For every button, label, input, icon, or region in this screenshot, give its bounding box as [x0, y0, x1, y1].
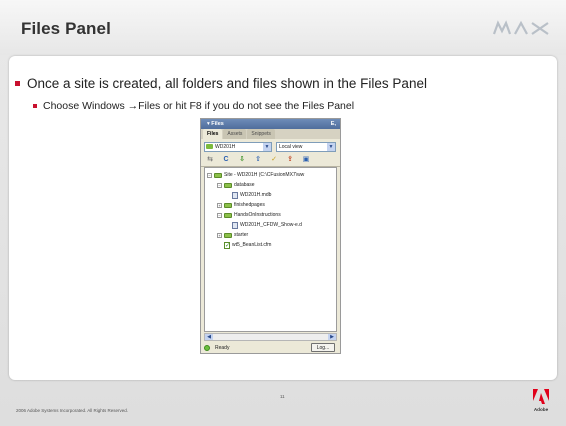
tree-row[interactable]: + starter — [217, 231, 248, 239]
view-select-value: Local view — [279, 144, 303, 150]
sub-bullet-item: Choose Windows →Files or hit F8 if you d… — [33, 100, 355, 112]
slide-header: Files Panel — [0, 0, 566, 55]
collapse-icon[interactable]: − — [217, 182, 222, 188]
tab-files[interactable]: Files — [203, 129, 223, 139]
chevron-down-icon[interactable]: ▼ — [263, 143, 271, 151]
tab-snippets[interactable]: Snippets — [247, 129, 275, 139]
status-icon — [204, 345, 210, 351]
connect-icon[interactable]: ⇆ — [205, 155, 215, 165]
status-bar: Ready Log... — [204, 343, 337, 353]
panel-options-icon[interactable]: E, — [331, 119, 336, 129]
tree-row[interactable]: ✓ wt5_BeanList.cfm — [224, 241, 271, 249]
sub-bullet-marker — [33, 104, 37, 108]
tree-row[interactable]: − Site - WD201H (C:\CFusionMX7\ww — [207, 171, 304, 179]
file-tree: − Site - WD201H (C:\CFusionMX7\ww − data… — [204, 167, 337, 332]
files-panel-titlebar[interactable]: ▾ Files E, — [201, 119, 340, 129]
tree-label: Site - WD201H (C:\CFusionMX7\ww — [224, 172, 305, 178]
tab-assets[interactable]: Assets — [223, 129, 247, 139]
max-logo — [492, 20, 549, 35]
document-file-icon — [232, 221, 238, 229]
collapse-icon[interactable]: − — [217, 212, 222, 218]
site-folder-icon — [214, 172, 222, 178]
horizontal-scrollbar[interactable]: ◀ ▶ — [204, 333, 337, 341]
tree-row[interactable]: WD201H.mdb — [232, 191, 271, 199]
adobe-logo: Adobe — [533, 389, 549, 412]
status-text: Ready — [215, 345, 230, 351]
tree-label: WD201H_CFDW_Show-e.d — [240, 222, 302, 228]
refresh-icon[interactable]: C — [221, 155, 231, 165]
site-icon — [206, 144, 213, 149]
log-button[interactable]: Log... — [311, 343, 335, 352]
adobe-logo-text: Adobe — [534, 407, 549, 412]
site-select-value: WD201H — [215, 144, 236, 150]
tree-label: database — [234, 182, 255, 188]
folder-icon — [224, 182, 232, 188]
expand-icon[interactable]: ▣ — [301, 155, 311, 165]
database-file-icon — [232, 191, 238, 199]
content-area: Once a site is created, all folders and … — [9, 56, 557, 380]
bullet-text: Once a site is created, all folders and … — [27, 76, 427, 91]
files-panel: ▾ Files E, Files Assets Snippets WD201H … — [200, 118, 341, 354]
folder-icon — [224, 232, 232, 238]
files-panel-tabs: Files Assets Snippets — [201, 129, 340, 139]
files-panel-selects: WD201H ▼ Local view ▼ — [201, 139, 340, 154]
slide-title: Files Panel — [21, 19, 111, 38]
tree-label: wt5_BeanList.cfm — [232, 242, 272, 248]
folder-icon — [224, 212, 232, 218]
collapse-icon[interactable]: − — [207, 172, 212, 178]
check-in-icon[interactable]: ⇪ — [285, 155, 295, 165]
checked-file-icon: ✓ — [224, 241, 231, 249]
slide: Files Panel Once a site is created, all … — [0, 0, 566, 426]
tree-label: HandsOnInstructions — [234, 212, 281, 218]
sub-bullet-text: Choose Windows →Files or hit F8 if you d… — [43, 100, 355, 112]
site-select[interactable]: WD201H ▼ — [204, 142, 272, 152]
get-files-icon[interactable]: ⇩ — [237, 155, 247, 165]
files-panel-toolbar: ⇆ C ⇩ ⇧ ✓ ⇪ ▣ — [201, 154, 340, 167]
view-select[interactable]: Local view ▼ — [276, 142, 336, 152]
tree-row[interactable]: − HandsOnInstructions — [217, 211, 281, 219]
page-number: 11 — [280, 394, 285, 399]
check-out-icon[interactable]: ✓ — [269, 155, 279, 165]
scroll-right-icon[interactable]: ▶ — [328, 334, 336, 340]
expand-icon[interactable]: + — [217, 202, 222, 208]
tree-label: WD201H.mdb — [240, 192, 272, 198]
tree-row[interactable]: − database — [217, 181, 255, 189]
put-files-icon[interactable]: ⇧ — [253, 155, 263, 165]
tree-label: starter — [234, 232, 249, 238]
tree-row[interactable]: + finishedpages — [217, 201, 265, 209]
tree-row[interactable]: WD201H_CFDW_Show-e.d — [232, 221, 302, 229]
folder-icon — [224, 202, 232, 208]
files-panel-title: ▾ Files — [207, 121, 224, 127]
scroll-left-icon[interactable]: ◀ — [205, 334, 213, 340]
tree-label: finishedpages — [234, 202, 265, 208]
expand-icon[interactable]: + — [217, 232, 222, 238]
bullet-marker — [15, 81, 20, 86]
copyright-text: 2006 Adobe Systems Incorporated. All Rig… — [16, 408, 129, 413]
chevron-down-icon[interactable]: ▼ — [327, 143, 335, 151]
bullet-item: Once a site is created, all folders and … — [15, 76, 427, 91]
